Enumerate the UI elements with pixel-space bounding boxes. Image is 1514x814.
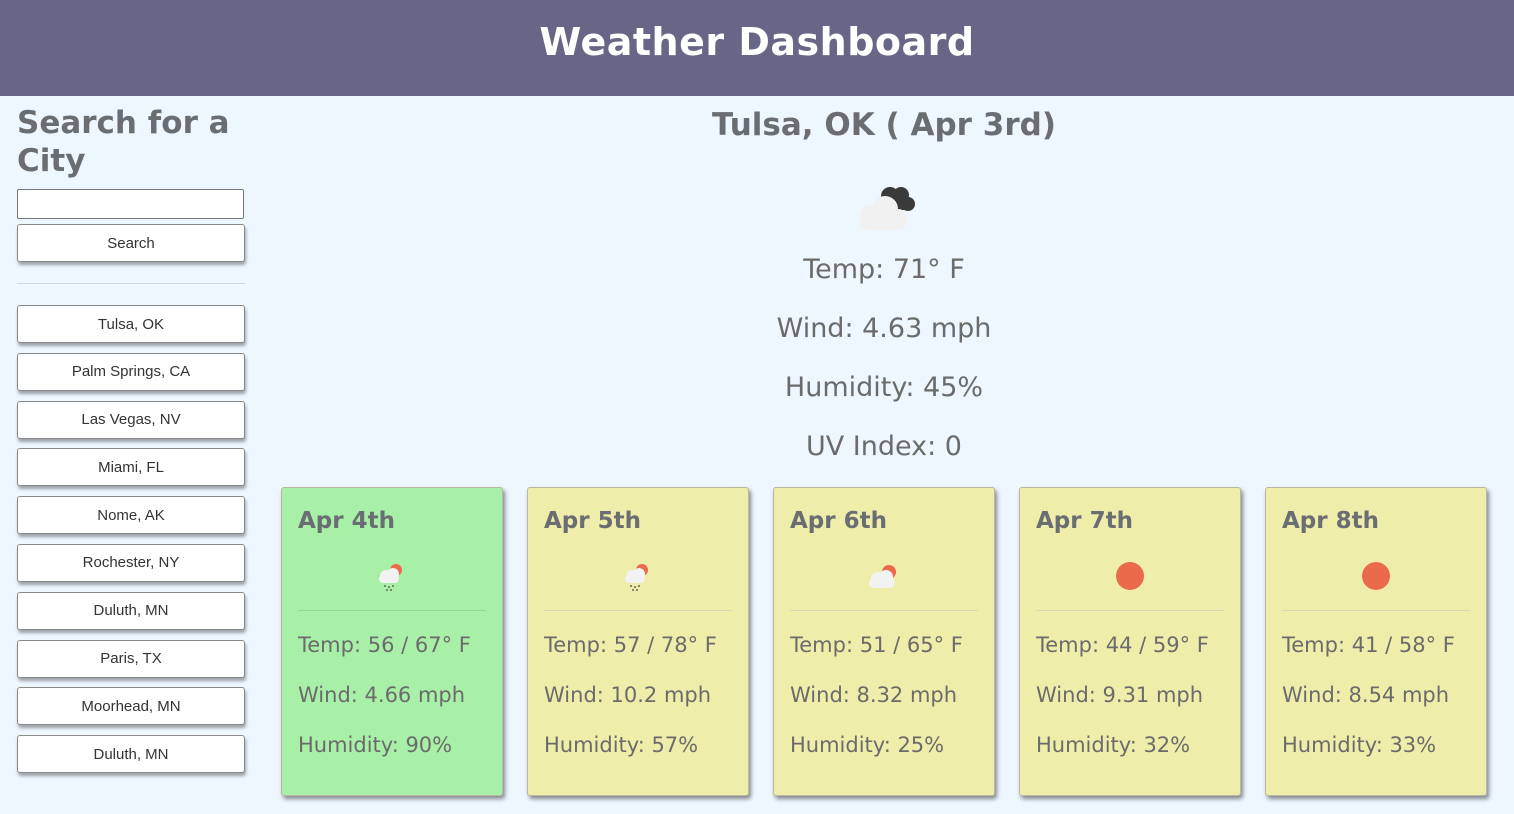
card-divider: [298, 610, 486, 611]
history-city-button[interactable]: Miami, FL: [17, 448, 245, 487]
history-city-button[interactable]: Rochester, NY: [17, 543, 245, 582]
card-divider: [544, 610, 732, 611]
sun-icon: [1116, 562, 1144, 590]
forecast-date: Apr 5th: [544, 508, 641, 534]
forecast-humidity: Humidity: 57%: [544, 733, 699, 757]
history-city-button[interactable]: Duluth, MN: [17, 735, 245, 774]
current-wind: Wind: 4.63 mph: [776, 313, 992, 344]
rain-sun-icon: [625, 564, 648, 591]
forecast-date: Apr 8th: [1282, 508, 1379, 534]
forecast-date: Apr 6th: [790, 508, 887, 534]
partly-cloudy-icon: [869, 565, 896, 588]
current-temp: Temp: 71° F: [803, 254, 965, 285]
page-title: Weather Dashboard: [539, 20, 975, 64]
forecast-wind: Wind: 8.54 mph: [1282, 683, 1450, 707]
sidebar: Search for a City Search Tulsa, OK Palm …: [17, 104, 245, 774]
forecast-card: Apr 8th Temp: 41 / 58° F Wind: 8.54 mph …: [1265, 487, 1487, 796]
forecast-humidity: Humidity: 33%: [1282, 733, 1437, 757]
forecast-temp: Temp: 41 / 58° F: [1282, 633, 1455, 657]
five-day-forecast: Apr 4th Temp: 56 / 67° F Wind: 4.66 mph …: [281, 487, 1487, 796]
card-divider: [1036, 610, 1224, 611]
forecast-card: Apr 6th Temp: 51 / 65° F Wind: 8.32 mph …: [773, 487, 995, 796]
forecast-card: Apr 5th Temp: 57 / 78° F Wind: 10.2 mph …: [527, 487, 749, 796]
search-button[interactable]: Search: [17, 224, 245, 262]
search-heading: Search for a City: [17, 105, 230, 179]
history-city-button[interactable]: Duluth, MN: [17, 591, 245, 630]
history-city-button[interactable]: Paris, TX: [17, 639, 245, 678]
forecast-humidity: Humidity: 25%: [790, 733, 945, 757]
history-city-button[interactable]: Palm Springs, CA: [17, 352, 245, 391]
current-humidity: Humidity: 45%: [784, 372, 984, 403]
forecast-humidity: Humidity: 32%: [1036, 733, 1191, 757]
history-city-button[interactable]: Las Vegas, NV: [17, 400, 245, 439]
current-city-title: Tulsa, OK ( Apr 3rd): [712, 107, 1056, 143]
forecast-wind: Wind: 8.32 mph: [790, 683, 958, 707]
forecast-temp: Temp: 44 / 59° F: [1036, 633, 1209, 657]
current-weather: Tulsa, OK ( Apr 3rd) Temp: 71° F Wind: 4…: [264, 104, 1504, 476]
forecast-card: Apr 4th Temp: 56 / 67° F Wind: 4.66 mph …: [281, 487, 503, 796]
forecast-temp: Temp: 51 / 65° F: [790, 633, 963, 657]
search-history: Tulsa, OK Palm Springs, CA Las Vegas, NV…: [17, 305, 245, 774]
card-divider: [790, 610, 978, 611]
city-search-input[interactable]: [17, 189, 244, 219]
forecast-wind: Wind: 4.66 mph: [298, 683, 466, 707]
page-header: Weather Dashboard: [0, 0, 1514, 96]
forecast-humidity: Humidity: 90%: [298, 733, 453, 757]
sun-icon: [1362, 562, 1390, 590]
forecast-date: Apr 4th: [298, 508, 395, 534]
history-city-button[interactable]: Nome, AK: [17, 496, 245, 535]
forecast-wind: Wind: 9.31 mph: [1036, 683, 1204, 707]
current-uv-index: UV Index: 0: [805, 431, 962, 462]
forecast-card: Apr 7th Temp: 44 / 59° F Wind: 9.31 mph …: [1019, 487, 1241, 796]
history-city-button[interactable]: Tulsa, OK: [17, 305, 245, 343]
forecast-wind: Wind: 10.2 mph: [544, 683, 712, 707]
forecast-temp: Temp: 57 / 78° F: [544, 633, 717, 657]
history-city-button[interactable]: Moorhead, MN: [17, 687, 245, 726]
cloudy-night-icon: [844, 176, 924, 236]
card-divider: [1282, 610, 1470, 611]
rain-sun-icon: [379, 564, 402, 591]
forecast-temp: Temp: 56 / 67° F: [298, 633, 471, 657]
forecast-date: Apr 7th: [1036, 508, 1133, 534]
sidebar-divider: [17, 283, 245, 284]
